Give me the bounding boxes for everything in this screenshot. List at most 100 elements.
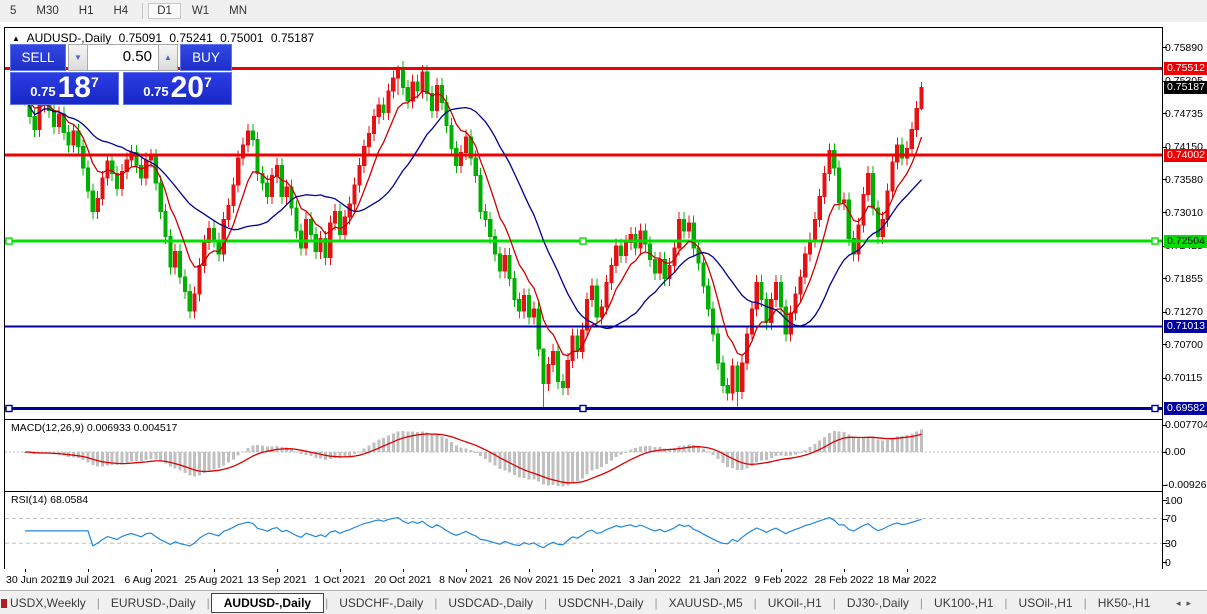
- quote-high: 0.75241: [169, 31, 213, 45]
- tab-separator: |: [654, 596, 658, 610]
- volume-decrease-button[interactable]: ▼: [68, 44, 88, 71]
- level-price-label: 0.69582: [1164, 401, 1207, 415]
- tab-separator: |: [325, 596, 329, 610]
- buy-price-display[interactable]: 0.75 20 7: [123, 72, 232, 105]
- date-tick-mark: [339, 569, 341, 572]
- date-label: 3 Jan 2022: [628, 574, 681, 586]
- timeframe-button-h4[interactable]: H4: [104, 3, 137, 19]
- tab-eurusddaily[interactable]: EURUSD-,Daily: [101, 593, 206, 613]
- timeframe-button-h1[interactable]: H1: [70, 3, 103, 19]
- axis-tick-mark: [1163, 424, 1167, 426]
- rsi-axis-tick: 100: [1165, 494, 1183, 507]
- quote-low: 0.75001: [220, 31, 264, 45]
- timeframe-button-w1[interactable]: W1: [183, 3, 218, 19]
- tab-usdcnhdaily[interactable]: USDCNH-,Daily: [548, 593, 653, 613]
- date-tick-mark: [654, 569, 656, 572]
- price-tick: 0.71855: [1165, 272, 1203, 285]
- rsi-svg[interactable]: [5, 492, 1162, 569]
- axis-tick-mark: [1163, 47, 1167, 48]
- date-label: 25 Aug 2021: [184, 574, 244, 586]
- rsi-label: RSI(14) 68.0584: [11, 494, 89, 506]
- chart-client-area: MACD(12,26,9) 0.006933 0.004517 RSI(14) …: [0, 22, 1207, 614]
- date-label: 13 Sep 2021: [247, 574, 307, 586]
- date-label: 20 Oct 2021: [374, 574, 432, 586]
- price-tick: 0.70115: [1165, 372, 1203, 385]
- arrow-up-icon: ▲: [164, 53, 172, 62]
- axis-tick-mark: [1163, 278, 1167, 280]
- price-tick: 0.73580: [1165, 173, 1203, 186]
- level-price-label: 0.72504: [1164, 234, 1207, 248]
- tab-hk50h1[interactable]: HK50-,H1: [1088, 593, 1161, 613]
- volume-input[interactable]: 0.50: [88, 44, 158, 71]
- one-click-trade-panel: SELL ▼ 0.50 ▲ BUY 0.75 18 7 0.75 20 7: [10, 44, 232, 105]
- candles: [22, 60, 924, 409]
- date-axis[interactable]: 30 Jun 2021 19 Jul 2021 6 Aug 2021 25 Aug 2…: [4, 569, 1163, 590]
- date-label: 9 Feb 2022: [754, 574, 808, 586]
- tab-separator: |: [434, 596, 438, 610]
- tab-usoilh1[interactable]: USOil-,H1: [1009, 593, 1083, 613]
- date-tick-mark: [150, 569, 152, 572]
- date-label: 1 Oct 2021: [314, 574, 366, 586]
- tab-xauusdm5[interactable]: XAUUSD-,M5: [659, 593, 753, 613]
- date-tick-mark: [25, 569, 26, 572]
- date-label: 30 Jun 2021: [6, 574, 64, 586]
- tab-scroll-right-icon[interactable]: ▸: [1186, 598, 1197, 608]
- axis-tick-mark: [1163, 113, 1167, 115]
- timeframe-button-5[interactable]: 5: [1, 3, 25, 19]
- axis-tick-mark: [1163, 484, 1167, 486]
- macd-panel[interactable]: MACD(12,26,9) 0.006933 0.004517: [4, 419, 1163, 492]
- timeframe-button-mn[interactable]: MN: [220, 3, 256, 19]
- date-label: 6 Aug 2021: [124, 574, 178, 586]
- level-price-label: 0.74002: [1164, 148, 1207, 162]
- timeframe-button-d1[interactable]: D1: [148, 3, 181, 19]
- tab-usdcaddaily[interactable]: USDCAD-,Daily: [438, 593, 543, 613]
- current-price-label: 0.75187: [1164, 80, 1207, 94]
- date-tick-mark: [843, 569, 845, 572]
- timeframe-button-m30[interactable]: M30: [27, 3, 67, 19]
- tab-dj30daily[interactable]: DJ30-,Daily: [837, 593, 919, 613]
- tab-scroll-left-icon[interactable]: ◂: [1176, 598, 1187, 608]
- axis-tick-mark: [1163, 543, 1167, 544]
- tab-ukoilh1[interactable]: UKOil-,H1: [758, 593, 832, 613]
- price-tick: 0.70700: [1165, 338, 1203, 351]
- date-label: 8 Nov 2021: [439, 574, 493, 586]
- date-label: 19 Jul 2021: [60, 574, 116, 586]
- axis-tick-mark: [1163, 451, 1167, 453]
- tab-usdchfdaily[interactable]: USDCHF-,Daily: [329, 593, 433, 613]
- arrow-down-icon: ▼: [74, 53, 82, 62]
- macd-svg[interactable]: [5, 420, 1162, 491]
- rsi-panel[interactable]: RSI(14) 68.0584: [4, 491, 1163, 570]
- symbol-marker-icon: ▲: [12, 34, 20, 43]
- date-label: 28 Feb 2022: [814, 574, 874, 586]
- quote-close: 0.75187: [270, 31, 315, 45]
- buy-button[interactable]: BUY: [180, 44, 232, 72]
- price-axis[interactable]: 0.758900.753050.747350.741500.735800.730…: [1163, 27, 1207, 570]
- partial-icon: [1, 599, 7, 608]
- axis-tick-mark: [1163, 518, 1167, 520]
- tab-audusddaily[interactable]: AUDUSD-,Daily: [210, 593, 325, 613]
- price-tick: 0.71270: [1165, 306, 1203, 319]
- price-tick: 0.74735: [1165, 107, 1203, 120]
- axis-tick-mark: [1163, 179, 1167, 181]
- axis-tick-mark: [1163, 212, 1167, 214]
- date-tick-mark: [591, 569, 593, 572]
- date-label: 18 Mar 2022: [877, 574, 937, 586]
- axis-tick-mark: [1163, 146, 1167, 148]
- volume-increase-button[interactable]: ▲: [158, 44, 178, 71]
- tab-usdxweekly[interactable]: USDX,Weekly: [0, 593, 96, 613]
- level-price-label: 0.71013: [1164, 319, 1207, 333]
- date-tick-mark: [87, 569, 89, 572]
- tab-separator: |: [544, 596, 548, 610]
- tab-separator: |: [919, 596, 924, 610]
- price-tick: 0.73010: [1165, 206, 1203, 219]
- macd-axis-tick: 0.007704: [1165, 419, 1207, 431]
- date-label: 15 Dec 2021: [562, 574, 622, 586]
- mt4-window: 5 M30 H1 H4 D1 W1 MN MACD(12,26,9) 0.006933 0.…: [0, 0, 1207, 614]
- axis-tick-mark: [1163, 377, 1167, 379]
- sell-button[interactable]: SELL: [10, 44, 66, 72]
- macd-axis-tick: 0.00: [1165, 446, 1186, 458]
- toolbar-separator: [142, 3, 144, 19]
- date-tick-mark: [717, 569, 719, 572]
- tab-uk100h1[interactable]: UK100-,H1: [924, 593, 1003, 613]
- sell-price-display[interactable]: 0.75 18 7: [10, 72, 119, 105]
